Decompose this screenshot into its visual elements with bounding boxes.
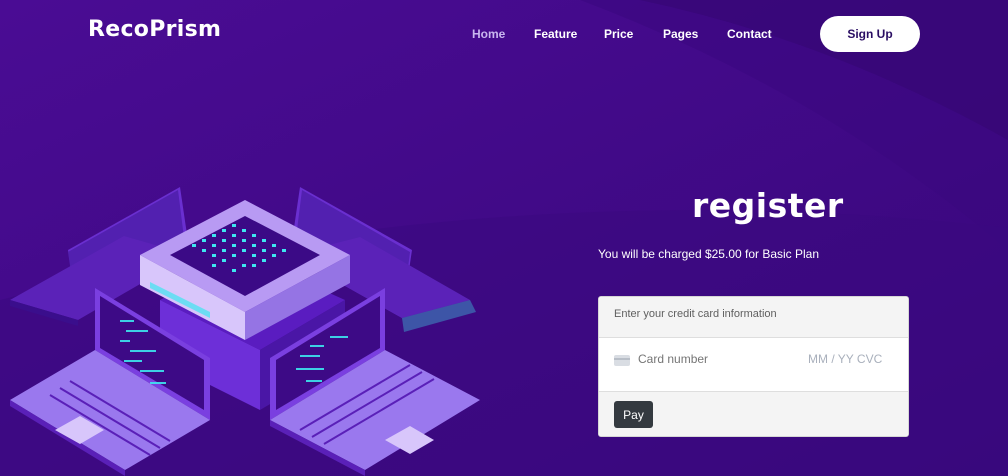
nav-home[interactable]: Home [472, 27, 505, 41]
credit-card-icon [614, 355, 630, 366]
charge-notice: You will be charged $25.00 for Basic Pla… [598, 247, 820, 261]
nav-price[interactable]: Price [604, 27, 633, 41]
pay-button[interactable]: Pay [614, 401, 653, 428]
payment-card-footer: Pay [599, 391, 908, 436]
brand-logo[interactable]: RecoPrism [88, 17, 221, 42]
page-title: register [692, 186, 844, 225]
payment-card-header: Enter your credit card information [599, 297, 908, 338]
payment-card-header-text: Enter your credit card information [614, 308, 777, 320]
nav-pages[interactable]: Pages [663, 27, 698, 41]
nav-feature[interactable]: Feature [534, 27, 577, 41]
payment-card-form: Enter your credit card information MM / … [598, 296, 909, 437]
nav-contact[interactable]: Contact [727, 27, 772, 41]
card-number-input[interactable] [638, 352, 788, 366]
card-input-row[interactable]: MM / YY CVC [599, 339, 908, 391]
expiry-cvc-placeholder[interactable]: MM / YY CVC [808, 352, 882, 366]
sign-up-button[interactable]: Sign Up [820, 16, 920, 52]
